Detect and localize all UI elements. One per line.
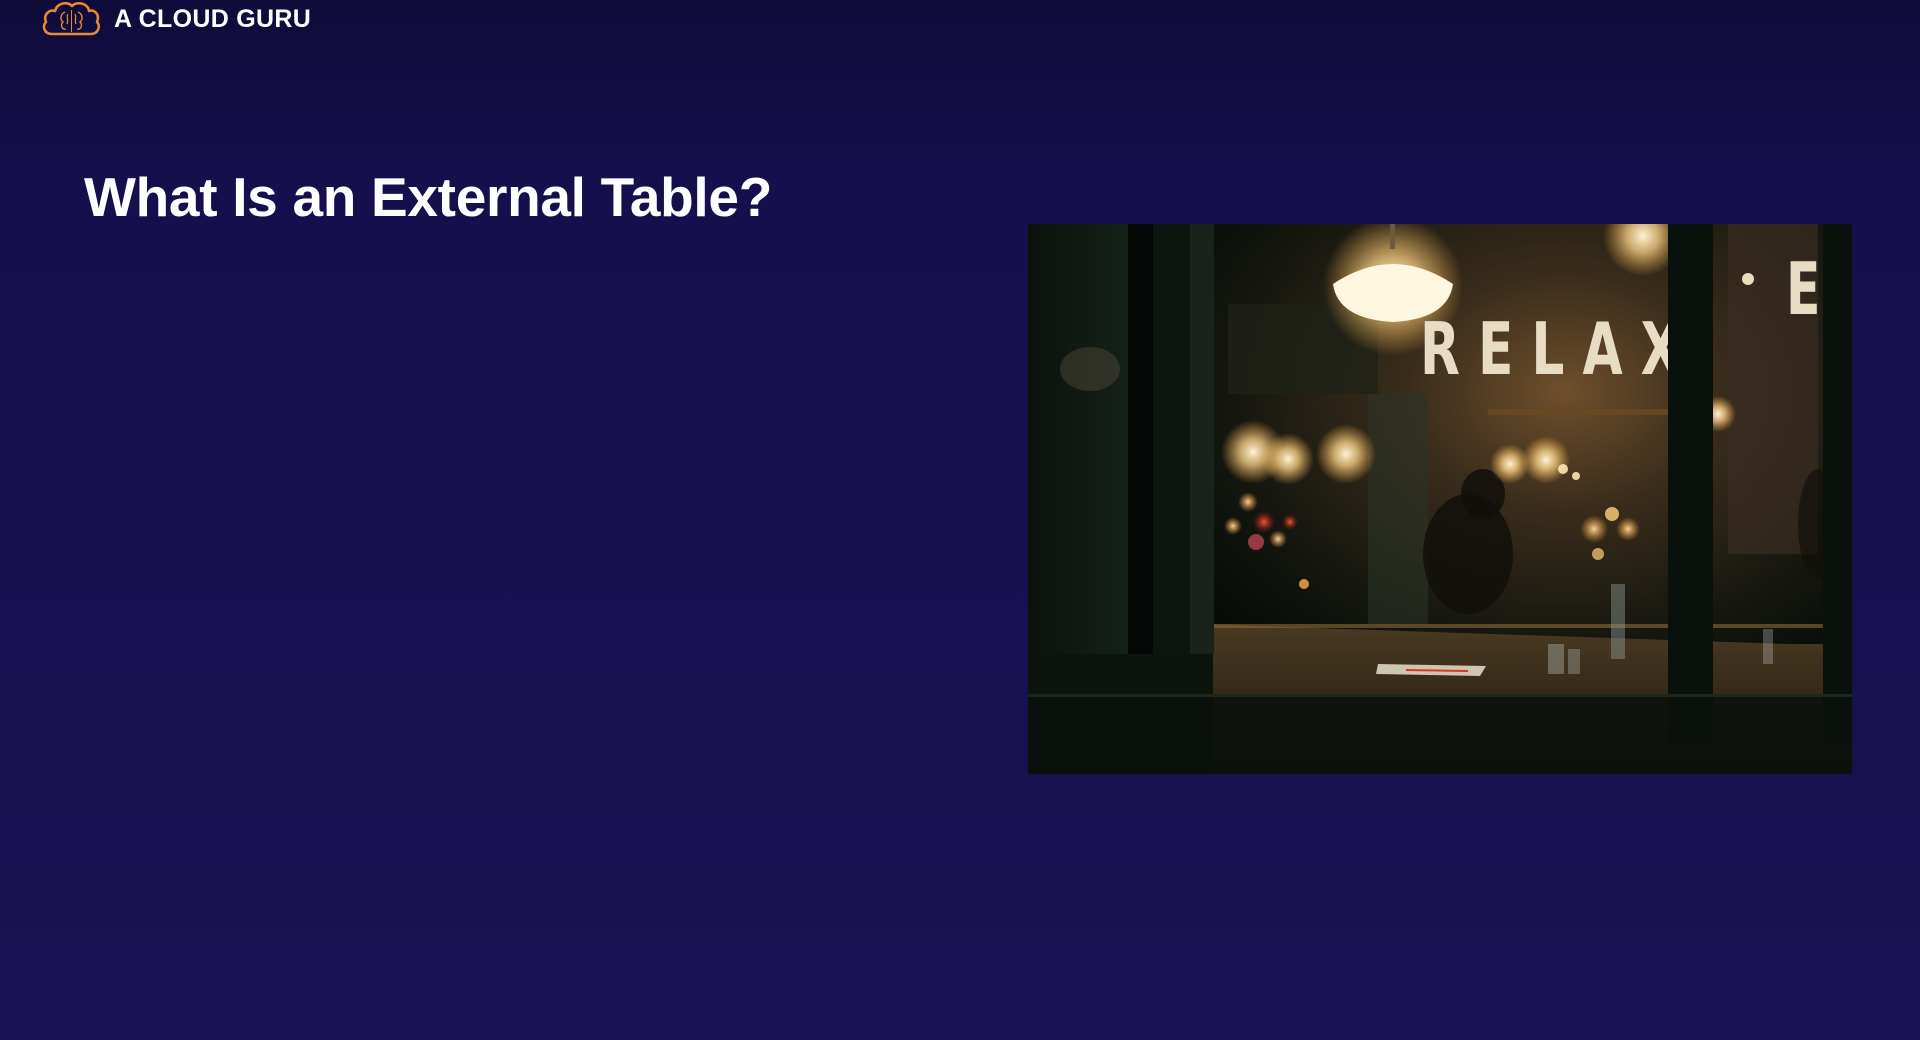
svg-text:E: E <box>1786 247 1820 332</box>
svg-text:R E L A X: R E L A X <box>1420 307 1681 391</box>
bar-window-photo: R E L A X E <box>1028 224 1852 774</box>
logo-text: A CLOUD GURU <box>114 5 312 33</box>
slide-title: What Is an External Table? <box>84 166 772 228</box>
logo: A CLOUD GURU <box>40 0 311 38</box>
cloud-brain-icon <box>42 1 101 36</box>
